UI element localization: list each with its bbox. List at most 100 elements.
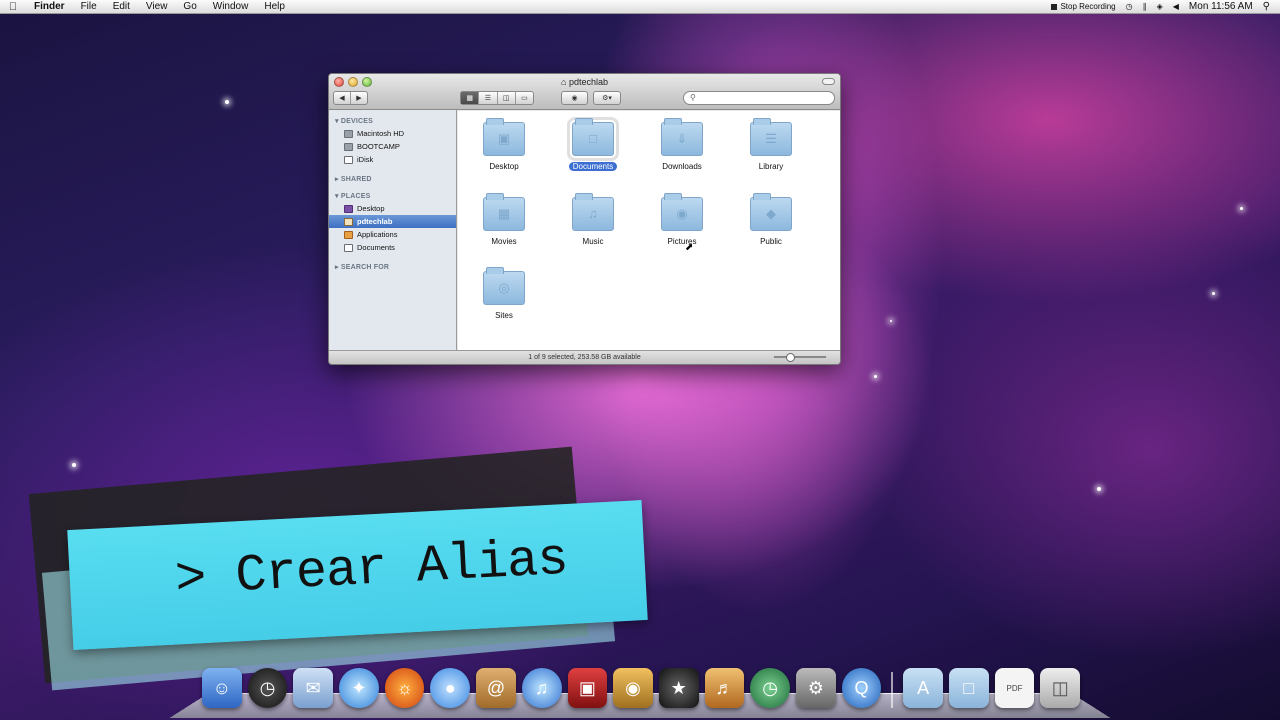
star (1240, 207, 1243, 210)
folder-sites[interactable]: ◎ Sites (464, 267, 544, 323)
folder-library[interactable]: ☰ Library (731, 118, 811, 174)
dock-address-book-icon[interactable]: @ (476, 668, 516, 708)
wifi-icon[interactable]: ◈ (1157, 2, 1163, 11)
folder-icon: ◆ (750, 193, 792, 231)
folder-label: Movies (491, 237, 517, 246)
apple-menu-icon[interactable]:  (0, 1, 26, 13)
sidebar-item-bootcamp[interactable]: BOOTCAMP (329, 140, 456, 153)
menu-go[interactable]: Go (175, 1, 204, 12)
folder-icon: ◉ (661, 193, 703, 231)
dock-applications-stack-icon[interactable]: A (903, 668, 943, 708)
dock-ichat-icon[interactable]: ● (430, 668, 471, 708)
idisk-icon (344, 155, 353, 164)
stop-recording-item[interactable]: Stop Recording (1051, 2, 1116, 11)
folder-documents[interactable]: □ Documents (553, 117, 633, 174)
icon-size-slider[interactable] (774, 353, 826, 362)
folder-desktop[interactable]: ▣ Desktop (464, 118, 544, 174)
sidebar-item-macintosh-hd[interactable]: Macintosh HD (329, 127, 456, 140)
folder-movies[interactable]: ▦ Movies (464, 193, 544, 249)
back-forward-control: ◀ ▶ (333, 91, 368, 105)
clock[interactable]: Mon 11:56 AM (1189, 1, 1253, 12)
dock-garageband-icon[interactable]: ♬ (704, 668, 745, 708)
list-view-icon[interactable]: ☰ (479, 92, 498, 104)
menu-edit[interactable]: Edit (105, 1, 138, 12)
folder-public[interactable]: ◆ Public (731, 193, 811, 249)
column-view-icon[interactable]: ◫ (498, 92, 516, 104)
folder-pictures[interactable]: ◉ Pictures (642, 193, 722, 249)
dock-dashboard-icon[interactable]: ◷ (247, 668, 288, 708)
folder-label: Sites (495, 311, 513, 320)
star (1212, 292, 1215, 295)
finder-window: ⌂ pdtechlab ◀ ▶ ▦ ☰ ◫ ▭ ◉ ⚙▾ ⚲ ▾ DEVICES… (328, 73, 841, 365)
dock-system-preferences-icon[interactable]: ⚙ (795, 668, 836, 708)
document-icon (344, 243, 353, 252)
search-for-label: SEARCH FOR (340, 264, 390, 271)
folder-label: Public (760, 237, 782, 246)
spotlight-icon[interactable]: ⚲ (1263, 1, 1270, 12)
sidebar-item-documents[interactable]: Documents (329, 241, 456, 254)
folder-label: Documents (568, 162, 618, 171)
folder-label: Library (758, 162, 784, 171)
dock-imovie-icon[interactable]: ★ (658, 668, 699, 708)
star (890, 320, 892, 322)
sidebar-item-label: BOOTCAMP (357, 142, 400, 151)
menu-app-name[interactable]: Finder (26, 1, 73, 12)
sidebar-item-label: Applications (357, 230, 398, 239)
icon-view-icon[interactable]: ▦ (461, 92, 480, 104)
forward-icon[interactable]: ▶ (351, 92, 367, 104)
sidebar-item-label: Macintosh HD (357, 129, 405, 138)
dock-trash-icon[interactable]: ◫ (1040, 668, 1081, 708)
star (1097, 487, 1101, 491)
dock-time-machine-icon[interactable]: ◷ (750, 668, 790, 708)
dock-safari-icon[interactable]: ✦ (339, 668, 379, 708)
sidebar-item-pdtechlab[interactable]: pdtechlab (329, 215, 456, 228)
time-machine-icon[interactable]: ◷ (1126, 2, 1133, 11)
sidebar-item-label: iDisk (357, 155, 374, 164)
bluetooth-icon[interactable]: ∥ (1143, 2, 1147, 11)
folder-label: Desktop (489, 162, 519, 171)
folder-music[interactable]: ♫ Music (553, 193, 633, 249)
toolbar-toggle-button[interactable] (822, 78, 835, 85)
folder-label: Pictures (667, 237, 697, 246)
menu-window[interactable]: Window (205, 1, 257, 12)
sidebar: ▾ DEVICES Macintosh HD BOOTCAMP iDisk ▸ … (329, 110, 457, 350)
sidebar-item-desktop[interactable]: Desktop (329, 202, 456, 215)
back-icon[interactable]: ◀ (334, 92, 351, 104)
shared-label: SHARED (340, 176, 372, 183)
folder-downloads[interactable]: ⇓ Downloads (642, 118, 722, 174)
dock-documents-stack-icon[interactable]: □ (948, 668, 989, 708)
search-field[interactable]: ⚲ (683, 91, 835, 105)
dock-iphoto-icon[interactable]: ◉ (613, 668, 653, 708)
menu-help[interactable]: Help (256, 1, 293, 12)
menu-bar:  Finder File Edit View Go Window Help S… (0, 0, 1280, 14)
sidebar-section-devices[interactable]: ▾ DEVICES (329, 114, 456, 127)
sidebar-section-search-for[interactable]: ▸ SEARCH FOR (329, 260, 456, 273)
dock-finder-icon[interactable]: ☺ (202, 668, 242, 708)
sidebar-section-places[interactable]: ▾ PLACES (329, 189, 456, 202)
action-menu-button[interactable]: ⚙▾ (593, 91, 621, 105)
quick-look-button[interactable]: ◉ (561, 91, 588, 105)
folder-icon: ▦ (483, 193, 525, 231)
dock-quicktime-icon[interactable]: Q (841, 668, 882, 708)
hard-drive-icon (344, 129, 353, 138)
dock-firefox-icon[interactable]: ☼ (384, 668, 425, 708)
menu-view[interactable]: View (138, 1, 176, 12)
star (874, 375, 877, 378)
dock-itunes-icon[interactable]: ♫ (521, 668, 562, 708)
dock-separator (891, 672, 894, 708)
title-bar[interactable]: ⌂ pdtechlab ◀ ▶ ▦ ☰ ◫ ▭ ◉ ⚙▾ ⚲ (329, 74, 840, 110)
coverflow-view-icon[interactable]: ▭ (516, 92, 533, 104)
dock-pdf-document-icon[interactable]: PDF (994, 668, 1035, 708)
sidebar-item-label: pdtechlab (357, 217, 393, 226)
folder-label: Music (582, 237, 604, 246)
dock-photo-booth-icon[interactable]: ▣ (567, 668, 608, 708)
sidebar-item-label: Documents (357, 243, 395, 252)
volume-icon[interactable]: ◀ (1173, 2, 1179, 11)
star (72, 463, 76, 467)
mouse-cursor-icon: ⬈ (685, 242, 694, 253)
dock-mail-icon[interactable]: ✉ (293, 668, 334, 708)
sidebar-item-applications[interactable]: Applications (329, 228, 456, 241)
sidebar-item-idisk[interactable]: iDisk (329, 153, 456, 166)
sidebar-section-shared[interactable]: ▸ SHARED (329, 172, 456, 185)
menu-file[interactable]: File (73, 1, 105, 12)
